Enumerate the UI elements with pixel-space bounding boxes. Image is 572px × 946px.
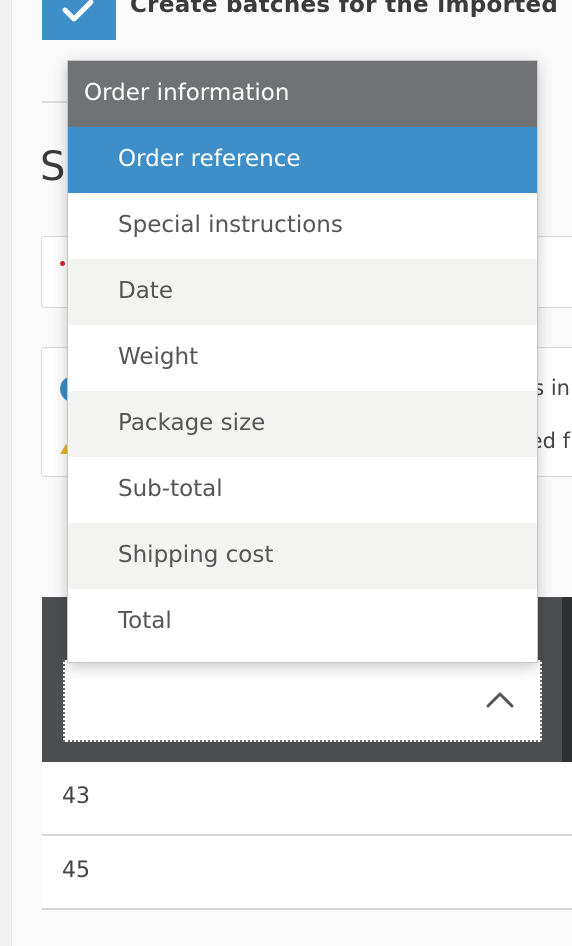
table-header-edge [562,597,572,762]
left-gutter [0,0,12,946]
column-mapping-select[interactable] [63,660,542,742]
create-batches-checkbox[interactable] [42,0,116,40]
notice-text-line-1: s in [533,376,570,400]
checkmark-icon [62,0,94,22]
table-body: 43 45 [42,762,572,910]
column-options-dropdown[interactable]: Order information Order reference Specia… [67,60,538,663]
table-row: 43 [42,762,572,836]
option-shipping-cost[interactable]: Shipping cost [68,523,537,589]
section-heading: S [40,144,66,190]
option-total[interactable]: Total [68,589,537,655]
create-batches-label: Create batches for the imported [130,0,559,18]
page: Create batches for the imported S s in e… [0,0,572,946]
option-special-instructions[interactable]: Special instructions [68,193,537,259]
dropdown-group-header: Order information [68,61,537,127]
option-date[interactable]: Date [68,259,537,325]
table-cell: 45 [62,858,90,883]
option-package-size[interactable]: Package size [68,391,537,457]
table-row: 45 [42,836,572,910]
option-order-reference[interactable]: Order reference [68,127,537,193]
required-icon [60,261,65,266]
table-cell: 43 [62,784,90,809]
option-sub-total[interactable]: Sub-total [68,457,537,523]
option-weight[interactable]: Weight [68,325,537,391]
chevron-up-icon [486,692,514,708]
